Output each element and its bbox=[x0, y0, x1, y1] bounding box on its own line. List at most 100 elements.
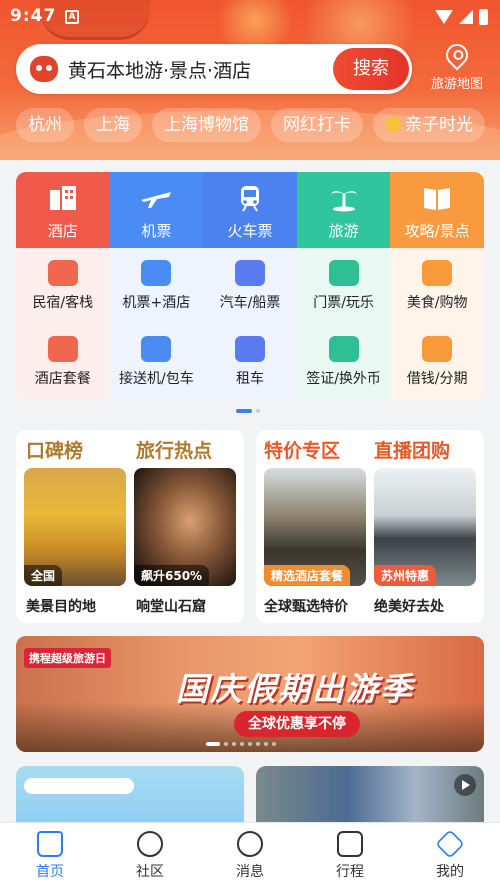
grid-tickets[interactable]: 门票/玩乐 bbox=[296, 248, 391, 324]
grid-food-shopping-label: 美食/购物 bbox=[406, 295, 468, 311]
grid-guide-label: 攻略/景点 bbox=[404, 222, 470, 240]
hotel-icon bbox=[49, 186, 76, 210]
grid-visa-label: 签证/换外币 bbox=[306, 371, 381, 387]
diamond-icon bbox=[435, 829, 465, 859]
tab-home-label: 首页 bbox=[36, 864, 64, 880]
banner-dot bbox=[272, 742, 276, 746]
signal-icon bbox=[459, 10, 473, 24]
plane-icon bbox=[141, 192, 172, 208]
grid-car-rental-label: 租车 bbox=[235, 371, 264, 387]
tab-trips-label: 行程 bbox=[336, 864, 364, 880]
grid-flight-hotel[interactable]: 机票+酒店 bbox=[109, 248, 204, 324]
caption-scenic-destination: 美景目的地 bbox=[26, 599, 96, 615]
tag-hotel-package: 精选酒店套餐 bbox=[264, 565, 351, 586]
tab-me[interactable]: 我的 bbox=[400, 823, 500, 890]
ticket-icon bbox=[328, 260, 359, 286]
grid-travel-label: 旅游 bbox=[328, 222, 359, 240]
grid-visa[interactable]: 签证/换外币 bbox=[296, 324, 391, 400]
chip-internet-famous[interactable]: 网红打卡 bbox=[271, 108, 363, 142]
feature-card-right: 特价专区 直播团购 精选酒店套餐 苏州特惠 全球甄选特价 绝美好去处 bbox=[256, 430, 484, 623]
banner-page-indicator bbox=[206, 742, 276, 746]
banner-dot bbox=[264, 742, 268, 746]
chip-shanghai[interactable]: 上海 bbox=[84, 108, 142, 142]
car-plane-icon bbox=[141, 336, 172, 362]
shopping-bag-icon bbox=[422, 260, 453, 286]
travel-map-button[interactable]: 旅游地图 bbox=[418, 39, 496, 98]
banner-dot-active bbox=[206, 742, 220, 746]
chip-family-label: 亲子时光 bbox=[405, 115, 473, 135]
tab-community[interactable]: 社区 bbox=[100, 823, 200, 890]
grid-car-rental[interactable]: 租车 bbox=[203, 324, 297, 400]
search-button[interactable]: 搜索 bbox=[333, 48, 409, 90]
grid-flight-hotel-label: 机票+酒店 bbox=[122, 295, 191, 311]
cave-photo[interactable]: 飙升650% bbox=[134, 468, 236, 586]
tag-rising: 飙升650% bbox=[134, 565, 210, 586]
caption-beautiful-place: 绝美好去处 bbox=[374, 599, 444, 615]
tab-messages-label: 消息 bbox=[236, 864, 264, 880]
grid-tickets-label: 门票/玩乐 bbox=[313, 295, 374, 311]
grid-bus-ship[interactable]: 汽车/船票 bbox=[203, 248, 297, 324]
promo-card-temple-video[interactable] bbox=[256, 766, 484, 826]
search-bar[interactable]: 黄石本地游·景点·酒店 搜索 bbox=[16, 44, 412, 94]
kid-icon bbox=[385, 116, 401, 132]
battery-icon bbox=[479, 9, 488, 25]
caption-global-deals: 全球甄选特价 bbox=[264, 599, 348, 615]
palm-tree-icon bbox=[330, 191, 357, 212]
tag-nationwide: 全国 bbox=[24, 565, 63, 586]
caption-xiangtang-grottoes: 响堂山石窟 bbox=[136, 599, 206, 615]
grid-train-label: 火车票 bbox=[227, 222, 273, 240]
trip-logo-icon bbox=[30, 56, 58, 82]
grid-airport-transfer[interactable]: 接送机/包车 bbox=[109, 324, 204, 400]
grid-travel[interactable]: 旅游 bbox=[296, 172, 391, 248]
chip-shanghai-museum[interactable]: 上海博物馆 bbox=[152, 108, 261, 142]
visa-icon bbox=[328, 336, 359, 362]
banner-dot bbox=[224, 742, 228, 746]
national-day-banner[interactable]: 携程超级旅游日 国庆假期出游季 全球优惠享不停 bbox=[16, 636, 484, 752]
grid-loan-label: 借钱/分期 bbox=[406, 371, 468, 387]
hotel-lobby-photo[interactable]: 精选酒店套餐 bbox=[264, 468, 366, 586]
grid-train[interactable]: 火车票 bbox=[203, 172, 297, 248]
ginkgo-photo[interactable]: 全国 bbox=[24, 468, 126, 586]
grid-loan[interactable]: 借钱/分期 bbox=[390, 324, 484, 400]
tab-home[interactable]: 首页 bbox=[0, 823, 100, 890]
grid-page-indicator bbox=[236, 409, 260, 413]
grid-food-shopping[interactable]: 美食/购物 bbox=[390, 248, 484, 324]
grid-hotel-package-label: 酒店套餐 bbox=[34, 371, 91, 387]
feature-card-left: 口碑榜 旅行热点 全国 飙升650% 美景目的地 响堂山石窟 bbox=[16, 430, 244, 623]
grid-hotel[interactable]: 酒店 bbox=[16, 172, 110, 248]
grid-guide[interactable]: 攻略/景点 bbox=[390, 172, 484, 248]
tab-messages[interactable]: 消息 bbox=[200, 823, 300, 890]
status-time: 9:47 bbox=[10, 6, 57, 26]
tab-me-label: 我的 bbox=[436, 864, 464, 880]
flight-hotel-icon bbox=[141, 260, 172, 286]
live-group-buy-title[interactable]: 直播团购 bbox=[374, 436, 450, 463]
banner-dot bbox=[256, 742, 260, 746]
home-icon bbox=[37, 831, 63, 857]
grid-hotel-label: 酒店 bbox=[47, 222, 78, 240]
special-offer-title[interactable]: 特价专区 bbox=[264, 436, 340, 463]
reputation-list-title[interactable]: 口碑榜 bbox=[26, 436, 83, 463]
wifi-icon bbox=[435, 10, 453, 24]
video-play-icon[interactable] bbox=[454, 774, 476, 796]
search-input[interactable]: 黄石本地游·景点·酒店 bbox=[68, 56, 251, 83]
travel-hotspots-title[interactable]: 旅行热点 bbox=[136, 436, 212, 463]
banner-dot bbox=[240, 742, 244, 746]
chip-hangzhou[interactable]: 杭州 bbox=[16, 108, 74, 142]
hot-search-chips: 杭州 上海 上海博物馆 网红打卡 亲子时光 bbox=[16, 108, 500, 144]
page-dot bbox=[256, 409, 260, 413]
chip-family[interactable]: 亲子时光 bbox=[373, 108, 485, 142]
suzhou-garden-photo[interactable]: 苏州特惠 bbox=[374, 468, 476, 586]
grid-flight[interactable]: 机票 bbox=[109, 172, 204, 248]
grid-homestay-label: 民宿/客栈 bbox=[32, 295, 94, 311]
notification-icon: A bbox=[65, 10, 79, 24]
banner-dot bbox=[232, 742, 236, 746]
promo-card-drone[interactable] bbox=[16, 766, 244, 826]
map-pin-icon bbox=[441, 39, 473, 71]
grid-hotel-package[interactable]: 酒店套餐 bbox=[16, 324, 110, 400]
book-icon bbox=[424, 188, 451, 210]
page-dot-active bbox=[236, 409, 252, 413]
tab-trips[interactable]: 行程 bbox=[300, 823, 400, 890]
banner-title: 国庆假期出游季 bbox=[176, 670, 415, 708]
grid-homestay[interactable]: 民宿/客栈 bbox=[16, 248, 110, 324]
chat-bubble-icon bbox=[237, 831, 263, 857]
